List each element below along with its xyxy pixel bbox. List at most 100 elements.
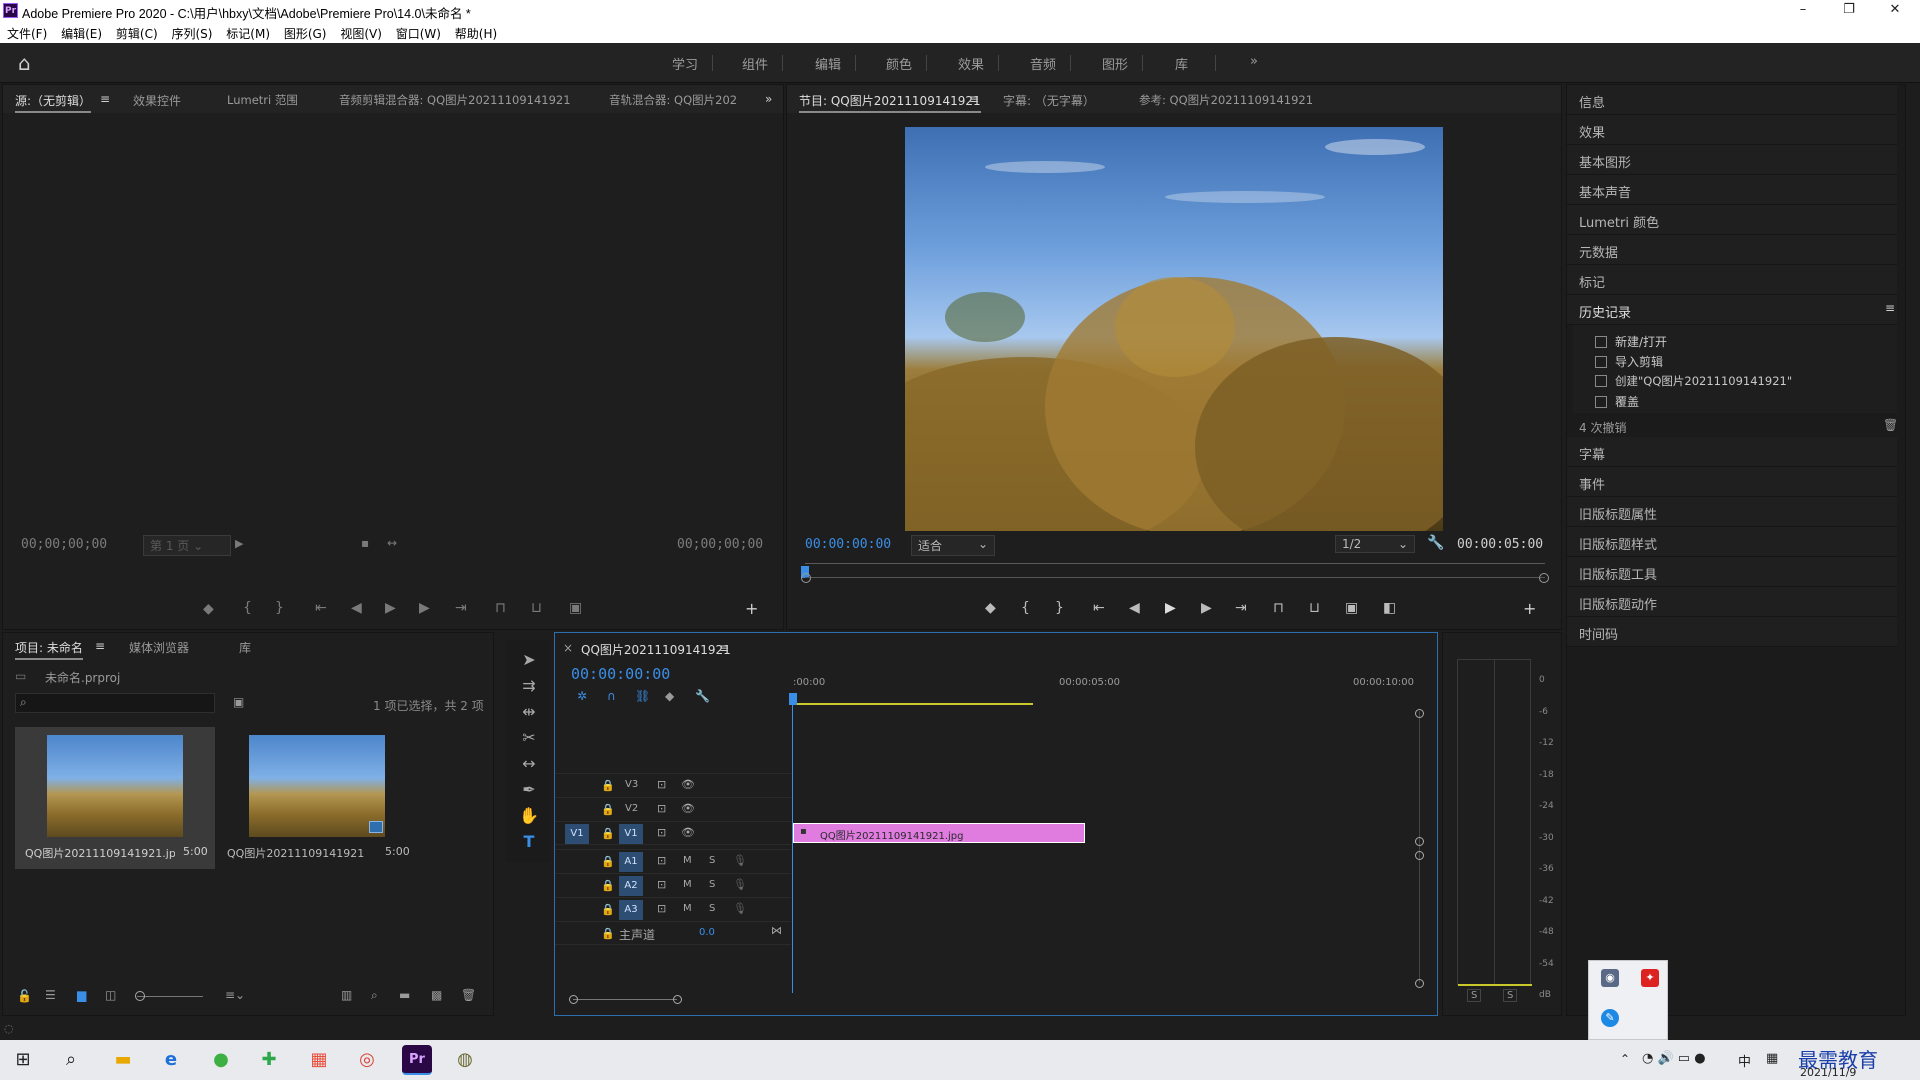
step-back-icon[interactable]: ◀ bbox=[1129, 600, 1140, 616]
panel-essential-sound[interactable]: 基本声音 bbox=[1567, 175, 1897, 205]
overwrite-icon[interactable]: ⊔ bbox=[531, 600, 542, 616]
mark-out-icon[interactable]: } bbox=[1055, 600, 1064, 616]
wrench-icon[interactable]: 🔧 bbox=[1427, 535, 1444, 551]
tab-sequence[interactable]: QQ图片20211109141921 bbox=[581, 641, 731, 658]
panel-legacy-title-properties[interactable]: 旧版标题属性 bbox=[1567, 497, 1897, 527]
panel-history-header[interactable]: 历史记录 bbox=[1567, 295, 1897, 325]
panel-essential-graphics[interactable]: 基本图形 bbox=[1567, 145, 1897, 175]
project-search-input[interactable]: ⌕ bbox=[15, 693, 215, 713]
scroll-handle[interactable] bbox=[1415, 851, 1424, 860]
panel-timecode[interactable]: 时间码 bbox=[1567, 617, 1897, 647]
workspace-libraries[interactable]: 库 bbox=[1175, 54, 1188, 73]
zoom-slider[interactable] bbox=[137, 996, 203, 997]
tab-lumetri-scopes[interactable]: Lumetri 范围 bbox=[227, 92, 298, 108]
app-icon[interactable]: ✚ bbox=[254, 1045, 284, 1075]
program-zoom-bar[interactable] bbox=[805, 577, 1545, 578]
step-back-icon[interactable]: ◀ bbox=[351, 600, 362, 616]
razor-tool-icon[interactable]: ✂ bbox=[518, 728, 540, 750]
tray-app-icon[interactable]: ✎ bbox=[1601, 1009, 1619, 1027]
tab-media-browser[interactable]: 媒体浏览器 bbox=[129, 639, 189, 656]
timeline-timecode[interactable]: 00:00:00:00 bbox=[571, 665, 670, 683]
step-forward-icon[interactable]: ▶ bbox=[1201, 600, 1212, 616]
eye-icon[interactable]: 👁 bbox=[681, 778, 695, 791]
tab-libraries[interactable]: 库 bbox=[239, 639, 251, 656]
microphone-icon[interactable]: 🎙 bbox=[733, 902, 747, 915]
tab-audio-clip-mixer[interactable]: 音频剪辑混合器: QQ图片20211109141921 bbox=[339, 92, 571, 108]
workspace-graphics[interactable]: 图形 bbox=[1102, 54, 1128, 73]
tab-reference[interactable]: 参考: QQ图片20211109141921 bbox=[1139, 92, 1313, 108]
panel-info[interactable]: 信息 bbox=[1567, 85, 1897, 115]
menu-file[interactable]: 文件(F) bbox=[7, 25, 47, 42]
microphone-icon[interactable]: 🎙 bbox=[733, 854, 747, 867]
add-marker-icon[interactable]: ◆ bbox=[203, 601, 214, 617]
automate-to-sequence-icon[interactable]: ▥ bbox=[341, 988, 352, 1002]
mark-out-icon[interactable]: } bbox=[275, 600, 284, 616]
search-icon[interactable]: ⌕ bbox=[56, 1045, 86, 1075]
app-icon[interactable]: ● bbox=[206, 1045, 236, 1075]
track-lock-icon[interactable]: 🔒 bbox=[601, 779, 615, 792]
program-zoom-dropdown[interactable]: 适合 ⌄ bbox=[911, 535, 995, 556]
new-item-icon[interactable]: ▩ bbox=[431, 988, 442, 1002]
workspace-editing[interactable]: 编辑 bbox=[815, 54, 841, 73]
go-to-in-icon[interactable]: ⇤ bbox=[1093, 600, 1105, 616]
sequence-close-button[interactable]: × bbox=[563, 641, 573, 655]
project-item-sequence[interactable]: QQ图片20211109141921 5:00 bbox=[217, 727, 417, 869]
new-bin-search-icon[interactable]: ▣ bbox=[233, 695, 244, 709]
panel-markers[interactable]: 标记 bbox=[1567, 265, 1897, 295]
zoom-handle-left[interactable] bbox=[801, 573, 811, 583]
minimize-button[interactable]: – bbox=[1780, 0, 1826, 22]
workspace-assembly[interactable]: 组件 bbox=[742, 54, 768, 73]
tab-program[interactable]: 节目: QQ图片20211109141921 bbox=[799, 92, 981, 113]
track-lock-icon[interactable]: 🔒 bbox=[601, 903, 615, 916]
track-lock-icon[interactable]: 🔒 bbox=[601, 927, 615, 940]
menu-clip[interactable]: 剪辑(C) bbox=[116, 25, 158, 42]
app-icon[interactable]: ▦ bbox=[304, 1045, 334, 1075]
sync-lock-icon[interactable]: ⊡ bbox=[657, 802, 666, 815]
go-to-end-icon[interactable]: ⋈ bbox=[771, 924, 782, 937]
sync-lock-icon[interactable]: ⊡ bbox=[657, 878, 666, 891]
eye-icon[interactable]: 👁 bbox=[681, 826, 695, 839]
lift-icon[interactable]: ⊓ bbox=[1273, 600, 1284, 616]
history-item[interactable]: 导入剪辑 bbox=[1595, 353, 1663, 370]
slip-tool-icon[interactable]: ↔ bbox=[518, 754, 540, 776]
zoom-handle-left[interactable] bbox=[569, 995, 578, 1004]
play-small-icon[interactable]: ▶ bbox=[235, 537, 243, 550]
source-patch-v1[interactable]: V1 bbox=[565, 824, 589, 844]
tab-program-menu-icon[interactable]: ≡ bbox=[969, 92, 979, 106]
play-button-icon[interactable]: ▶ bbox=[1165, 600, 1176, 616]
tab-source[interactable]: 源:（无剪辑） bbox=[15, 92, 92, 113]
scroll-handle[interactable] bbox=[1415, 709, 1424, 718]
sequence-menu-icon[interactable]: ≡ bbox=[719, 641, 729, 655]
solo-right-button[interactable]: S bbox=[1503, 989, 1518, 1002]
nest-toggle-icon[interactable]: ✲ bbox=[577, 689, 587, 703]
track-lock-icon[interactable]: 🔒 bbox=[601, 803, 615, 816]
panel-legacy-title-styles[interactable]: 旧版标题样式 bbox=[1567, 527, 1897, 557]
program-resolution-dropdown[interactable]: 1/2 ⌄ bbox=[1335, 535, 1415, 553]
vertical-scrollbar[interactable] bbox=[1419, 711, 1420, 983]
tray-app-icon[interactable]: ◉ bbox=[1601, 969, 1619, 987]
source-timecode-current[interactable]: 00;00;00;00 bbox=[21, 537, 107, 552]
resize-icon[interactable]: ↔ bbox=[387, 536, 397, 550]
ripple-edit-tool-icon[interactable]: ⇹ bbox=[518, 702, 540, 724]
type-tool-icon[interactable]: T bbox=[518, 832, 540, 854]
history-item[interactable]: 创建"QQ图片20211109141921" bbox=[1595, 373, 1792, 389]
add-button-icon[interactable]: + bbox=[1523, 599, 1536, 618]
timeline-clip[interactable]: ▪ QQ图片20211109141921.jpg bbox=[793, 823, 1085, 843]
workspace-color[interactable]: 颜色 bbox=[886, 54, 912, 73]
lock-icon[interactable]: 🔓 bbox=[17, 989, 32, 1003]
maximize-button[interactable]: ❐ bbox=[1826, 0, 1872, 22]
file-explorer-icon[interactable]: ▬ bbox=[108, 1045, 138, 1075]
mute-button[interactable]: M bbox=[683, 879, 692, 890]
menu-graphics[interactable]: 图形(G) bbox=[284, 25, 327, 42]
start-icon[interactable]: ⊞ bbox=[8, 1045, 38, 1075]
track-label[interactable]: A3 bbox=[619, 900, 643, 920]
sort-icon[interactable]: ≡⌄ bbox=[225, 988, 245, 1002]
track-label[interactable]: V1 bbox=[619, 824, 643, 844]
step-forward-icon[interactable]: ▶ bbox=[419, 600, 430, 616]
track-label[interactable]: V3 bbox=[625, 779, 638, 790]
scroll-handle[interactable] bbox=[1415, 979, 1424, 988]
snap-icon[interactable]: ∩ bbox=[607, 689, 616, 703]
eye-icon[interactable]: 👁 bbox=[681, 802, 695, 815]
history-menu-icon[interactable]: ≡ bbox=[1885, 301, 1895, 315]
track-lock-icon[interactable]: 🔒 bbox=[601, 879, 615, 892]
